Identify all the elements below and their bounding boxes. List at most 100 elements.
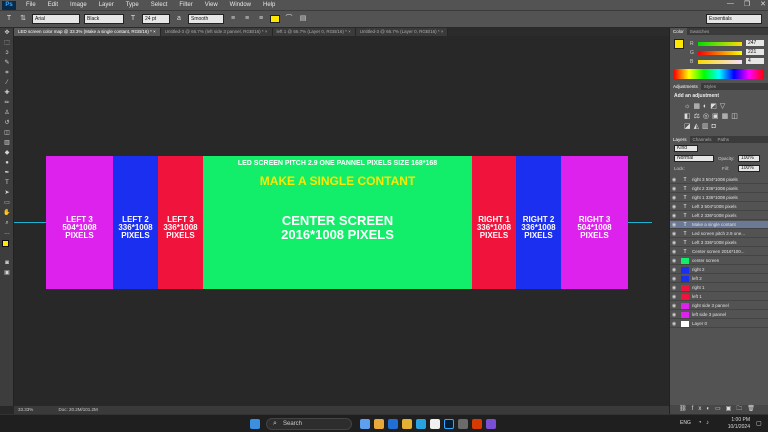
office-icon[interactable] [472, 419, 482, 429]
visibility-eye-icon[interactable]: ◉ [670, 176, 678, 184]
visibility-eye-icon[interactable]: ◉ [670, 275, 678, 283]
character-panel-icon[interactable]: ▤ [298, 14, 308, 24]
layer-row[interactable]: ◉ Tright 1 336*1008 pixels [670, 194, 768, 202]
visibility-eye-icon[interactable]: ◉ [670, 248, 678, 256]
layer-row[interactable]: ◉ Tright 2 336*1008 pixels [670, 185, 768, 193]
layer-row[interactable]: ◉ T Left 2 336*1008 pixels [670, 212, 768, 220]
layer-row[interactable]: ◉ left 1 [670, 293, 768, 301]
menu-window[interactable]: Window [224, 2, 257, 8]
layer-kind-filter[interactable]: Kind [674, 145, 698, 152]
b-slider[interactable] [698, 60, 742, 64]
dodge-tool-icon[interactable]: ● [0, 158, 14, 168]
visibility-eye-icon[interactable]: ◉ [670, 203, 678, 211]
taskbar-search[interactable]: ⌕ Search [266, 418, 352, 430]
photoshop-taskbar-icon[interactable] [444, 419, 454, 429]
tab-color[interactable]: Color [670, 28, 687, 35]
tab-paths[interactable]: Paths [715, 136, 733, 143]
g-slider[interactable] [698, 51, 742, 55]
shape-tool-icon[interactable]: ▭ [0, 198, 14, 208]
tab-swatches[interactable]: Swatches [687, 28, 713, 35]
b-value[interactable]: 4 [746, 58, 764, 64]
layer-row[interactable]: ◉ Layer 0 [670, 320, 768, 328]
file-explorer-icon[interactable] [402, 419, 412, 429]
r-slider[interactable] [698, 42, 742, 46]
layer-row[interactable]: ◉ T Left 3 336*1008 pixels [670, 239, 768, 247]
menu-select[interactable]: Select [145, 2, 174, 8]
layer-row[interactable]: ◉ left side 3 pannel [670, 311, 768, 319]
gradient-tool-icon[interactable]: ▥ [0, 138, 14, 148]
volume-icon[interactable]: ♪ [706, 420, 709, 426]
tab-layers[interactable]: Layers [670, 136, 690, 143]
notification-icon[interactable]: ▢ [756, 420, 762, 427]
visibility-eye-icon[interactable]: ◉ [670, 320, 678, 328]
photoshop-logo-icon[interactable]: Ps [2, 0, 16, 10]
app-icon[interactable] [486, 419, 496, 429]
layers-footer-icons[interactable]: ⛓fx◐▭▣🗀🗑 [670, 405, 768, 414]
menu-edit[interactable]: Edit [42, 2, 64, 8]
r-value[interactable]: 247 [746, 40, 764, 46]
visibility-eye-icon[interactable]: ◉ [670, 266, 678, 274]
menu-filter[interactable]: Filter [173, 2, 198, 8]
menu-layer[interactable]: Layer [93, 2, 120, 8]
layer-row[interactable]: ◉ center screen [670, 257, 768, 265]
edge-icon[interactable] [416, 419, 426, 429]
visibility-eye-icon[interactable]: ◉ [670, 302, 678, 310]
hand-tool-icon[interactable]: ✋ [0, 208, 14, 218]
lasso-tool-icon[interactable]: ↄ [0, 48, 14, 58]
align-right-icon[interactable]: ≡ [256, 14, 266, 24]
document-canvas[interactable]: LEFT 3 504*1008 PIXELS LEFT 2 336*1008 P… [46, 156, 628, 289]
tab-channels[interactable]: Channels [690, 136, 715, 143]
warp-text-icon[interactable]: ⌒ [284, 14, 294, 24]
layer-row[interactable]: ◉ left 2 [670, 275, 768, 283]
visibility-eye-icon[interactable]: ◉ [670, 212, 678, 220]
opacity-input[interactable]: 100% [738, 155, 760, 162]
layer-row-selected[interactable]: ◉ T Make a single contant [670, 221, 768, 229]
layer-row[interactable]: ◉ T Left 3 504*1008 pixels [670, 203, 768, 211]
layer-row[interactable]: ◉ Tright 3 504*1008 pixels [670, 176, 768, 184]
adjustment-icons-row-1[interactable]: ☼▦◐◩▽ [684, 102, 728, 110]
visibility-eye-icon[interactable]: ◉ [670, 185, 678, 193]
visibility-eye-icon[interactable]: ◉ [670, 230, 678, 238]
menu-view[interactable]: View [199, 2, 224, 8]
font-family-select[interactable]: Arial [32, 14, 80, 24]
color-spectrum-ramp[interactable] [674, 69, 764, 79]
clock-date[interactable]: 10/1/2024 [720, 424, 750, 430]
healing-tool-icon[interactable]: ✚ [0, 88, 14, 98]
maximize-button[interactable]: ❐ [744, 0, 750, 8]
g-value[interactable]: 221 [746, 49, 764, 55]
start-button-icon[interactable] [250, 419, 260, 429]
zoom-level[interactable]: 33.33% [18, 407, 33, 412]
path-select-tool-icon[interactable]: ➤ [0, 188, 14, 198]
network-icon[interactable]: ◔ [698, 420, 702, 426]
fill-input[interactable]: 100% [738, 165, 760, 172]
align-center-icon[interactable]: ≡ [242, 14, 252, 24]
tab-adjustments[interactable]: Adjustments [670, 83, 701, 90]
text-color-swatch[interactable] [270, 15, 280, 23]
zoom-tool-icon[interactable]: ⌕ [0, 218, 14, 228]
widget-icon[interactable] [374, 419, 384, 429]
type-tool-icon[interactable]: T [4, 14, 14, 24]
menu-image[interactable]: Image [64, 2, 93, 8]
move-tool-icon[interactable]: ✥ [0, 28, 14, 38]
visibility-eye-icon[interactable]: ◉ [670, 257, 678, 265]
eraser-tool-icon[interactable]: ◫ [0, 128, 14, 138]
layer-row[interactable]: ◉ right side 3 pannel [670, 302, 768, 310]
pen-tool-icon[interactable]: ✒ [0, 168, 14, 178]
menu-type[interactable]: Type [120, 2, 145, 8]
layer-row[interactable]: ◉ right 1 [670, 284, 768, 292]
menu-file[interactable]: File [20, 2, 42, 8]
tab-untitled-3b[interactable]: Untitled-3 @ 66.7% (Layer 0, RGB/16) * × [355, 28, 449, 36]
orientation-icon[interactable]: ⇅ [18, 14, 28, 24]
quick-select-tool-icon[interactable]: ✎ [0, 58, 14, 68]
close-button[interactable]: ✕ [760, 0, 766, 8]
visibility-eye-icon[interactable]: ◉ [670, 239, 678, 247]
clock-time[interactable]: 1:00 PM [720, 417, 750, 423]
visibility-eye-icon[interactable]: ◉ [670, 293, 678, 301]
stamp-tool-icon[interactable]: ♙ [0, 108, 14, 118]
tab-styles[interactable]: Styles [701, 83, 719, 90]
foreground-color-swatch[interactable] [674, 39, 684, 49]
minimize-button[interactable]: — [727, 0, 734, 8]
color-swatches[interactable] [0, 238, 13, 258]
eyedropper-tool-icon[interactable]: ⁄ [0, 78, 14, 88]
blend-mode-select[interactable]: Normal [674, 155, 714, 162]
